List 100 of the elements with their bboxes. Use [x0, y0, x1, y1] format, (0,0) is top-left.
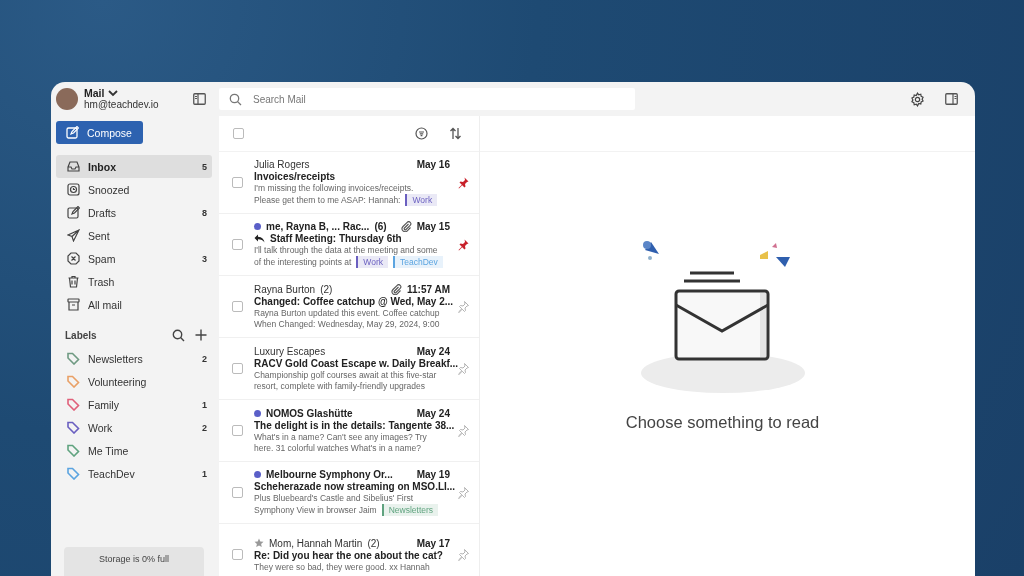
email-item[interactable]: Rayna Burton (2) 11:57 AM Changed: Coffee catchup @ Wed, May 2... Rayna Burton updated this event. Coffee catchup When Changed: Wednesday, May 29, 2024, 9:00: [219, 276, 479, 338]
label-name: Work: [88, 421, 114, 434]
email-subject: Changed: Coffee catchup @ Wed, May 2...: [254, 296, 454, 307]
empty-state-message: Choose something to read: [625, 413, 820, 432]
email-subject: Re: Did you hear the one about the cat?: [254, 549, 443, 561]
email-date: May 24: [416, 408, 450, 419]
compose-icon: [66, 126, 79, 139]
labels-heading: Labels: [65, 329, 97, 341]
label-name: Newsletters: [88, 352, 144, 365]
email-item[interactable]: Melbourne Symphony Or... May 19 Scheherazade now streaming on MSO.LI... Plus Bluebeard's Castle and Sibelius' First Symphony View in browser Jaim Newsletters: [219, 462, 479, 524]
account-name[interactable]: Mail: [84, 87, 105, 99]
folder-label: Snoozed: [88, 183, 131, 196]
folder-item[interactable]: Snoozed: [56, 178, 212, 201]
email-item[interactable]: Luxury Escapes May 24 RACV Gold Coast Escape w. Daily Breakf... Championship golf courses await at this five-star resort, complete with family-friendly upgrades: [219, 338, 479, 400]
thread-count: (2): [367, 537, 380, 549]
email-tag: TeachDev: [393, 256, 443, 268]
email-checkbox[interactable]: [232, 425, 243, 436]
email-date: May 17: [416, 537, 450, 549]
email-checkbox[interactable]: [232, 363, 243, 374]
email-tag: Work: [405, 194, 438, 206]
label-name: Volunteering: [88, 375, 148, 388]
settings-icon[interactable]: [910, 91, 925, 107]
email-checkbox[interactable]: [232, 301, 243, 312]
email-preview: Please get them to me ASAP: Hannah:: [254, 195, 401, 205]
label-name: Family: [88, 398, 120, 411]
email-date: May 16: [416, 159, 450, 170]
email-subject: Scheherazade now streaming on MSO.LI...: [254, 481, 456, 492]
folder-item[interactable]: Drafts 8: [56, 201, 212, 224]
pin-icon[interactable]: [458, 176, 469, 189]
email-checkbox[interactable]: [232, 487, 243, 498]
plus-icon[interactable]: [195, 328, 207, 341]
label-item[interactable]: TeachDev 1: [56, 462, 212, 485]
email-sender: me, Rayna B, ... Rac...: [266, 221, 370, 232]
email-date: May 15: [416, 221, 450, 232]
select-all-checkbox[interactable]: [233, 128, 244, 139]
email-preview: They were so bad, they were good. xx Hannah: [254, 561, 431, 572]
account-email: hm@teachdev.io: [84, 99, 160, 110]
pin-icon[interactable]: [458, 238, 469, 251]
email-sender: NOMOS Glashütte: [266, 408, 353, 419]
compose-button[interactable]: Compose: [56, 121, 143, 144]
email-preview: What's in a name? Can't see any images? Try: [254, 432, 428, 442]
folder-label: Trash: [88, 275, 116, 288]
email-item[interactable]: Julia Rogers May 16 Invoices/receipts I'm missing the following invoices/receipts. Please get them to me ASAP: Hannah: Work: [219, 152, 479, 214]
filter-icon[interactable]: [415, 127, 428, 140]
email-tag: Work: [356, 256, 389, 268]
email-item[interactable]: me, Rayna B, ... Rac... (6) May 15 Staff Meeting: Thursday 6th I'll talk through the data at the meeting and some of the interesting points at Work TeachDev: [219, 214, 479, 276]
folder-item[interactable]: Sent: [56, 224, 212, 247]
sort-icon[interactable]: [449, 127, 462, 140]
email-preview: of the interesting points at: [254, 257, 352, 267]
label-item[interactable]: Me Time: [56, 439, 212, 462]
send-icon: [67, 229, 80, 242]
label-count: 1: [202, 399, 207, 410]
email-checkbox[interactable]: [232, 239, 243, 250]
email-sender: Melbourne Symphony Or...: [266, 469, 393, 480]
avatar[interactable]: [56, 87, 78, 110]
email-checkbox[interactable]: [232, 549, 243, 560]
unread-count: 5: [202, 161, 207, 172]
email-date: 11:57 AM: [407, 284, 450, 295]
email-sender: Luxury Escapes: [254, 346, 326, 357]
email-item[interactable]: Mom, Hannah Martin (2) May 17 Re: Did you hear the one about the cat? They were so bad, they were good. xx Hannah: [219, 524, 479, 576]
email-sender: Julia Rogers: [254, 159, 310, 170]
label-item[interactable]: Volunteering: [56, 370, 212, 393]
label-item[interactable]: Family 1: [56, 393, 212, 416]
folder-item[interactable]: All mail: [56, 293, 212, 316]
email-subject: RACV Gold Coast Escape w. Daily Breakf...: [254, 358, 459, 369]
panel-toggle-icon[interactable]: [945, 93, 958, 105]
chevron-down-icon[interactable]: [108, 89, 119, 97]
unread-count: 3: [202, 253, 207, 264]
clock-icon: [67, 183, 80, 196]
label-item[interactable]: Newsletters 2: [56, 347, 212, 370]
email-preview: Rayna Burton updated this event. Coffee catchup: [254, 308, 441, 318]
search-field[interactable]: Search Mail: [219, 88, 635, 110]
email-preview: I'm missing the following invoices/receipts.: [254, 183, 415, 193]
star-icon[interactable]: [254, 538, 264, 548]
email-subject: Invoices/receipts: [254, 171, 336, 182]
thread-count: (2): [320, 284, 333, 295]
email-preview: resort, complete with family-friendly upgrades: [254, 381, 426, 391]
folder-item[interactable]: Inbox 5: [56, 155, 212, 178]
email-preview: I'll talk through the data at the meeting and some: [254, 245, 439, 255]
folder-label: Sent: [88, 229, 111, 242]
inbox-icon: [67, 160, 80, 173]
storage-indicator: Storage is 0% full: [64, 547, 204, 576]
label-name: TeachDev: [88, 467, 136, 480]
label-item[interactable]: Work 2: [56, 416, 212, 439]
folder-item[interactable]: Trash: [56, 270, 212, 293]
email-tag: Newsletters: [381, 504, 439, 516]
search-icon[interactable]: [172, 328, 185, 342]
email-checkbox[interactable]: [232, 177, 243, 188]
sidebar-toggle-icon[interactable]: [193, 92, 206, 105]
folder-label: Drafts: [88, 206, 117, 219]
folder-label: All mail: [88, 298, 123, 311]
unread-count: 8: [202, 207, 207, 218]
folder-item[interactable]: Spam 3: [56, 247, 212, 270]
email-preview: Championship golf courses await at this five-star: [254, 370, 438, 380]
spam-icon: [67, 252, 80, 265]
email-item[interactable]: NOMOS Glashütte May 24 The delight is in the details: Tangente 38... What's in a name? Can't see any images? Try here. 31 colorful watches What's in a name?: [219, 400, 479, 462]
trash-icon: [67, 275, 80, 288]
archive-icon: [67, 298, 80, 311]
label-count: 1: [202, 468, 207, 479]
email-preview: Plus Bluebeard's Castle and Sibelius' First: [254, 493, 415, 503]
